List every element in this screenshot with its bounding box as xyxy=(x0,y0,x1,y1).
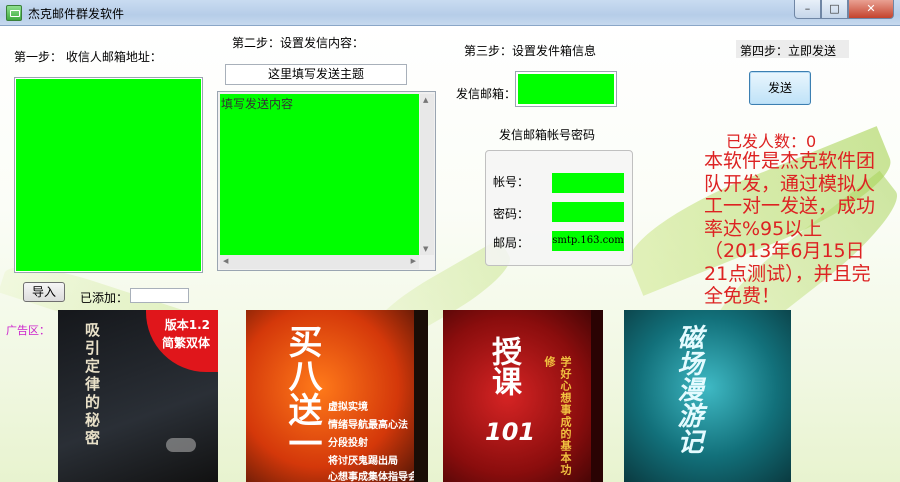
ad-book-1[interactable]: 吸引定律的秘密 版本1.2 简繁双体 xyxy=(58,310,218,482)
book-title: 磁场漫游记 xyxy=(673,324,703,454)
maximize-button[interactable]: □ xyxy=(821,0,848,19)
book-side-text: 学好心想事成的基本功修 xyxy=(543,356,572,476)
scroll-left-icon[interactable]: ◀ xyxy=(223,257,228,265)
title-bar: 杰克邮件群发软件 – □ ✕ xyxy=(0,0,900,26)
sender-email-frame xyxy=(515,71,617,107)
book-line: 虚拟实境 xyxy=(328,402,368,413)
book-title: 吸引定律的秘密 xyxy=(83,322,101,448)
book-title: 授课 xyxy=(486,336,521,396)
added-label: 已添加： xyxy=(80,291,129,305)
scroll-right-icon[interactable]: ▶ xyxy=(411,257,416,265)
book-line: 心想事成集体指导会 xyxy=(328,472,418,482)
ad-book-3[interactable]: 授课 101 学好心想事成的基本功修 xyxy=(443,310,603,482)
step3-label: 第三步：设置发件箱信息 xyxy=(464,44,597,58)
account-label: 帐号： xyxy=(493,175,530,189)
account-input[interactable] xyxy=(552,173,624,193)
promo-text: 本软件是杰克软件团队开发，通过模拟人工一对一发送，成功率达%95以上（2013年… xyxy=(704,150,876,307)
content-vertical-scrollbar[interactable]: ▲ ▼ xyxy=(420,94,434,255)
book-spine xyxy=(414,310,428,482)
password-group-label: 发信邮箱帐号密码 xyxy=(499,128,596,142)
import-button[interactable]: 导入 xyxy=(23,282,65,302)
book-line: 情绪导航最高心法 xyxy=(328,420,408,431)
book-spine xyxy=(591,310,603,482)
book-title: 买八送一 xyxy=(282,324,322,460)
sender-email-label: 发信邮箱： xyxy=(456,87,517,101)
badge-line-1: 版本1.2 xyxy=(164,318,210,332)
ad-book-2[interactable]: 买八送一 虚拟实境 情绪导航最高心法 分段投射 将讨厌鬼踢出局 心想事成集体指导… xyxy=(246,310,428,482)
book-line: 分段投射 xyxy=(328,438,368,449)
content-horizontal-scrollbar[interactable]: ◀ ▶ xyxy=(220,255,419,269)
added-count-field[interactable] xyxy=(130,288,189,303)
step2-label: 第二步：设置发信内容： xyxy=(232,36,365,50)
password-input[interactable] xyxy=(552,202,624,222)
close-button[interactable]: ✕ xyxy=(848,0,894,19)
ad-book-4[interactable]: 磁场漫游记 xyxy=(624,310,791,482)
scroll-down-icon[interactable]: ▼ xyxy=(423,245,428,253)
content-textarea[interactable]: 填写发送内容 xyxy=(220,94,419,255)
ad-area-label: 广告区： xyxy=(6,324,50,337)
minimize-button[interactable]: – xyxy=(794,0,821,19)
badge-line-2: 简繁双体 xyxy=(161,336,210,350)
scroll-up-icon[interactable]: ▲ xyxy=(423,96,428,104)
step4-label: 第四步：立即发送 xyxy=(740,44,837,58)
server-label: 邮局： xyxy=(493,236,530,250)
book-line: 将讨厌鬼踢出局 xyxy=(328,456,398,467)
sent-count: 已发人数：0 xyxy=(726,132,817,151)
content-frame: 填写发送内容 ▲ ▼ ◀ ▶ xyxy=(217,91,436,271)
server-input[interactable]: smtp.163.com xyxy=(552,231,624,251)
sender-email-input[interactable] xyxy=(518,74,614,104)
password-label: 密码： xyxy=(493,207,530,221)
main-panel: 第一步： 收信人邮箱地址： 第二步：设置发信内容： 这里填写发送主题 填写发送内… xyxy=(0,26,900,482)
app-icon xyxy=(6,5,22,21)
book-number: 101 xyxy=(485,418,536,446)
recipient-frame xyxy=(14,77,203,273)
send-button[interactable]: 发送 xyxy=(749,71,811,105)
recipient-list[interactable] xyxy=(16,79,201,271)
step1-label: 第一步： 收信人邮箱地址： xyxy=(14,50,162,64)
subject-input[interactable]: 这里填写发送主题 xyxy=(225,64,407,85)
window-title: 杰克邮件群发软件 xyxy=(28,7,125,21)
pipe-illustration xyxy=(166,438,196,452)
